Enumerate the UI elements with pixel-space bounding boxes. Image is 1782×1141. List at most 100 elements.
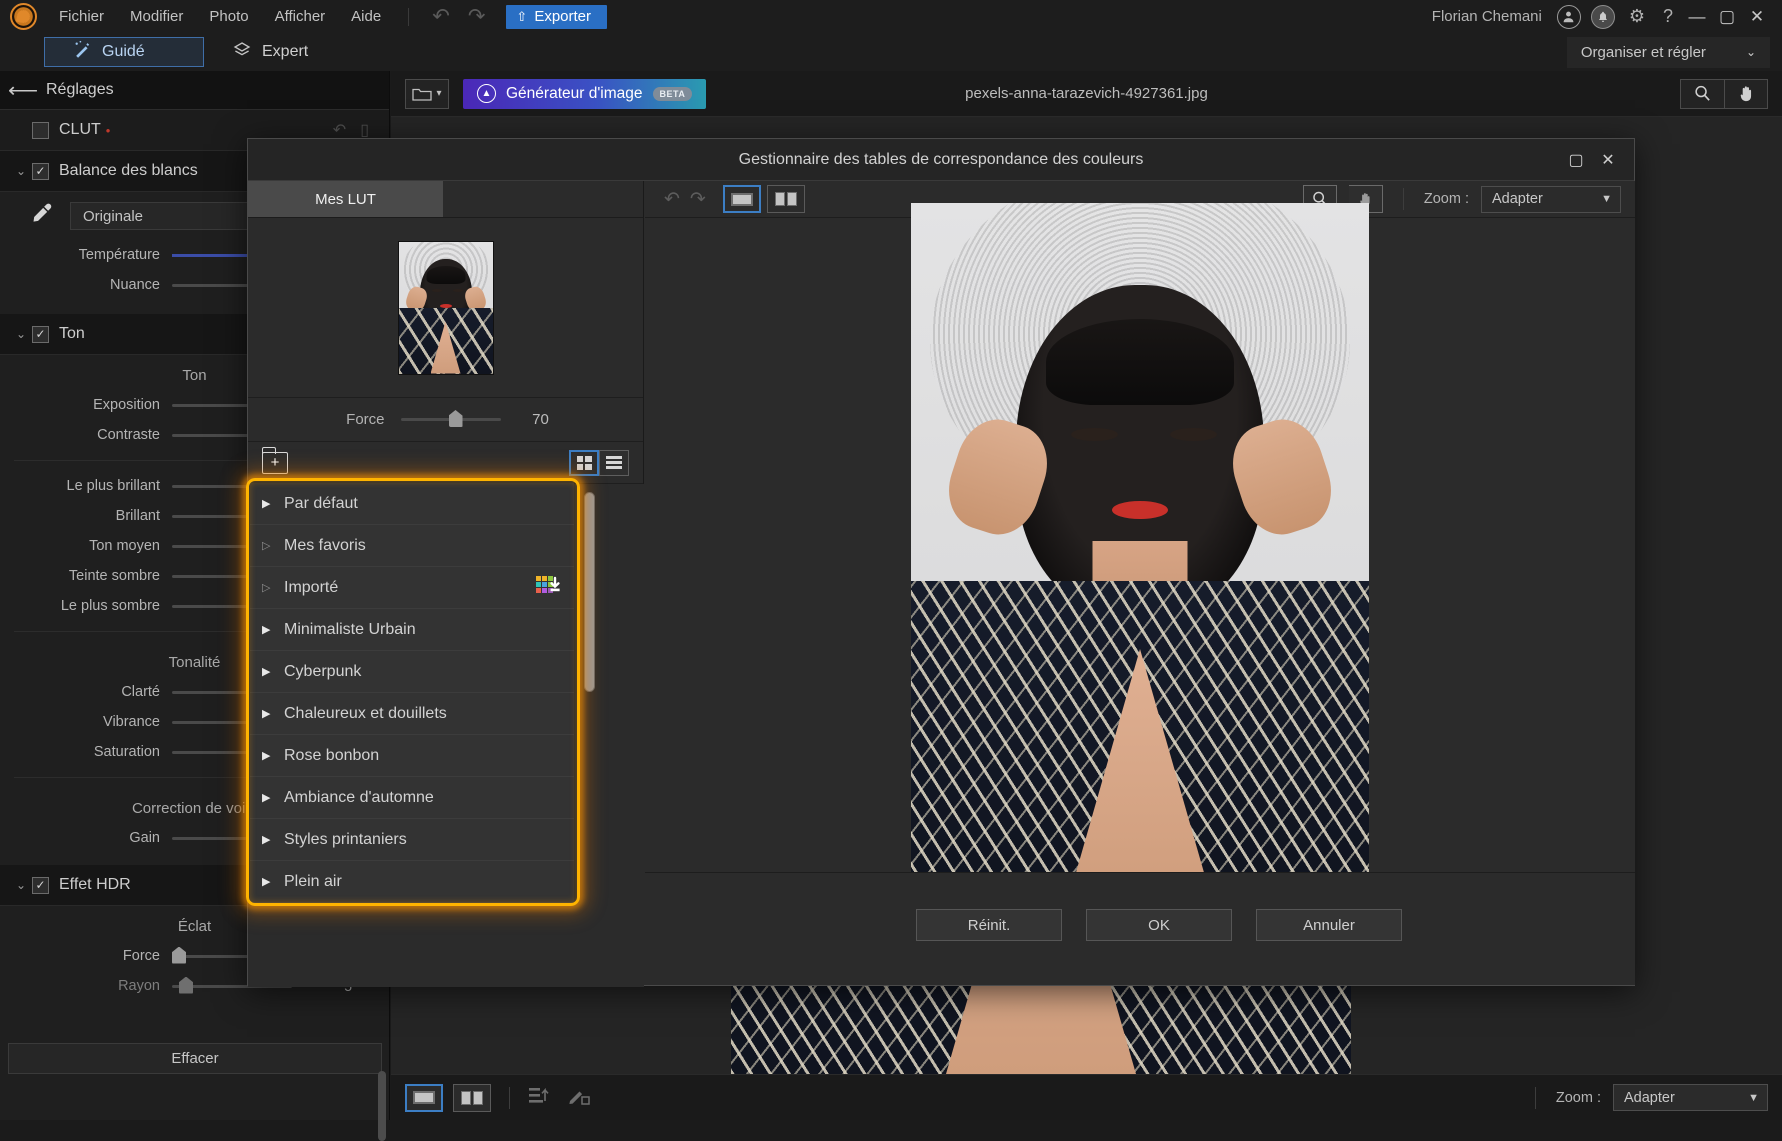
pencil-icon[interactable]	[568, 1085, 598, 1110]
single-view-icon[interactable]	[405, 1084, 443, 1112]
list-scrollbar-thumb[interactable]	[584, 492, 595, 692]
list-item[interactable]: ▶ Ambiance d'automne	[250, 777, 574, 819]
reset-button[interactable]: Réinit.	[916, 909, 1062, 941]
chevron-down-icon[interactable]: ⌄	[10, 164, 32, 178]
expander-icon[interactable]: ▶	[262, 833, 284, 846]
menu-fichier[interactable]: Fichier	[46, 5, 117, 28]
tab-expert[interactable]: Expert	[204, 37, 336, 67]
gear-icon[interactable]: ⚙	[1629, 6, 1645, 27]
dialog-preview-canvas[interactable]	[645, 218, 1635, 874]
list-item[interactable]: ▶ Styles printaniers	[250, 819, 574, 861]
chevron-down-icon[interactable]: ⌄	[10, 878, 32, 892]
hdr-label: Effet HDR	[59, 876, 131, 894]
ton-checkbox[interactable]: ✓	[32, 326, 49, 343]
slider-knob[interactable]	[179, 977, 193, 994]
tab-mes-lut[interactable]: Mes LUT	[248, 181, 444, 217]
dialog-close-button[interactable]: ✕	[1592, 150, 1624, 170]
dialog-zoom-select[interactable]: Adapter ▼	[1481, 186, 1621, 213]
slider-label: Vibrance	[0, 714, 172, 730]
lut-category-list[interactable]: ▶ Par défaut ▷ Mes favoris ▷ Importé	[250, 483, 574, 903]
layers-icon	[232, 40, 252, 65]
menu-afficher[interactable]: Afficher	[262, 5, 339, 28]
export-button[interactable]: ⇧ Exporter	[506, 5, 607, 29]
force-slider-knob[interactable]	[449, 410, 463, 427]
expander-icon[interactable]: ▷	[262, 539, 284, 552]
dialog-split-view-icon[interactable]	[767, 185, 805, 213]
zoom-select[interactable]: Adapter ▼	[1613, 1084, 1768, 1111]
cancel-button[interactable]: Annuler	[1256, 909, 1402, 941]
dialog-redo-icon[interactable]: ↷	[685, 188, 711, 211]
lut-force-slider-row[interactable]: Force 70	[248, 398, 643, 442]
dialog-left-panel: Mes LUT	[248, 181, 644, 987]
list-item[interactable]: ▶ Minimaliste Urbain	[250, 609, 574, 651]
import-palette-icon[interactable]	[536, 575, 560, 600]
split-view-icon[interactable]	[453, 1084, 491, 1112]
clut-checkbox[interactable]	[32, 122, 49, 139]
list-item[interactable]: ▷ Importé	[250, 567, 574, 609]
maximize-button[interactable]: ▢	[1712, 7, 1742, 27]
expander-icon[interactable]: ▶	[262, 707, 284, 720]
wand-icon	[73, 40, 92, 64]
white-balance-checkbox[interactable]: ✓	[32, 163, 49, 180]
grid-view-icon[interactable]	[569, 450, 599, 476]
expander-icon[interactable]: ▶	[262, 749, 284, 762]
list-item[interactable]: ▶ Plein air	[250, 861, 574, 903]
undo-icon[interactable]: ↶	[423, 4, 459, 29]
reset-section-icon[interactable]: ↶	[333, 120, 346, 140]
expander-icon[interactable]: ▶	[262, 623, 284, 636]
redo-icon[interactable]: ↷	[459, 4, 495, 29]
ok-button[interactable]: OK	[1086, 909, 1232, 941]
list-item-label: Ambiance d'automne	[284, 789, 434, 807]
bell-icon[interactable]	[1591, 5, 1615, 29]
magnifier-icon[interactable]	[1680, 79, 1724, 109]
upload-icon: ⇧	[516, 9, 527, 25]
account-icon[interactable]	[1557, 5, 1581, 29]
tab-guided[interactable]: Guidé	[44, 37, 204, 67]
slider-label: Clarté	[0, 684, 172, 700]
organize-dropdown[interactable]: Organiser et régler ⌄	[1567, 37, 1770, 68]
bottom-toolbar: Zoom : Adapter ▼	[391, 1074, 1782, 1120]
menu-modifier[interactable]: Modifier	[117, 5, 196, 28]
expander-icon[interactable]: ▶	[262, 497, 284, 510]
clear-button[interactable]: Effacer	[8, 1043, 382, 1074]
minimize-button[interactable]: —	[1682, 7, 1712, 27]
close-button[interactable]: ✕	[1742, 7, 1772, 27]
expander-icon[interactable]: ▶	[262, 665, 284, 678]
dialog-title-bar[interactable]: Gestionnaire des tables de correspondanc…	[248, 139, 1634, 181]
list-view-icon[interactable]	[599, 450, 629, 476]
dialog-undo-icon[interactable]: ↶	[659, 188, 685, 211]
tab-expert-label: Expert	[262, 43, 308, 61]
expander-icon[interactable]: ▶	[262, 875, 284, 888]
list-item-label: Chaleureux et douillets	[284, 705, 447, 723]
list-item[interactable]: ▶ Par défaut	[250, 483, 574, 525]
back-arrow-icon[interactable]: ⟵	[0, 78, 46, 103]
lut-thumbnail[interactable]	[398, 241, 494, 375]
sort-icon[interactable]	[528, 1085, 558, 1110]
new-folder-icon[interactable]: +	[262, 452, 288, 474]
slider-label: Exposition	[0, 397, 172, 413]
expander-icon[interactable]: ▷	[262, 581, 284, 594]
list-item[interactable]: ▷ Mes favoris	[250, 525, 574, 567]
folder-button[interactable]: ▾	[405, 79, 449, 109]
list-item[interactable]: ▶ Chaleureux et douillets	[250, 693, 574, 735]
dialog-single-view-icon[interactable]	[723, 185, 761, 213]
expander-icon[interactable]: ▶	[262, 791, 284, 804]
list-item[interactable]: ▶ Cyberpunk	[250, 651, 574, 693]
menu-photo[interactable]: Photo	[196, 5, 261, 28]
sidebar-scrollbar-thumb[interactable]	[378, 1071, 386, 1141]
slider-knob[interactable]	[172, 947, 186, 964]
eyedropper-icon[interactable]	[12, 201, 70, 231]
slider-label: Rayon	[0, 978, 172, 994]
help-icon[interactable]: ?	[1663, 6, 1673, 27]
app-logo	[0, 0, 46, 33]
dialog-maximize-button[interactable]: ▢	[1560, 150, 1592, 170]
image-generator-button[interactable]: ▲ Générateur d'image BETA	[463, 79, 706, 109]
image-icon: ▲	[477, 84, 496, 103]
list-item[interactable]: ▶ Rose bonbon	[250, 735, 574, 777]
menu-aide[interactable]: Aide	[338, 5, 394, 28]
user-name: Florian Chemani	[1432, 8, 1542, 25]
chevron-down-icon[interactable]: ⌄	[10, 327, 32, 341]
delete-section-icon[interactable]: ▯	[360, 120, 369, 140]
hdr-checkbox[interactable]: ✓	[32, 877, 49, 894]
hand-icon[interactable]	[1724, 79, 1768, 109]
